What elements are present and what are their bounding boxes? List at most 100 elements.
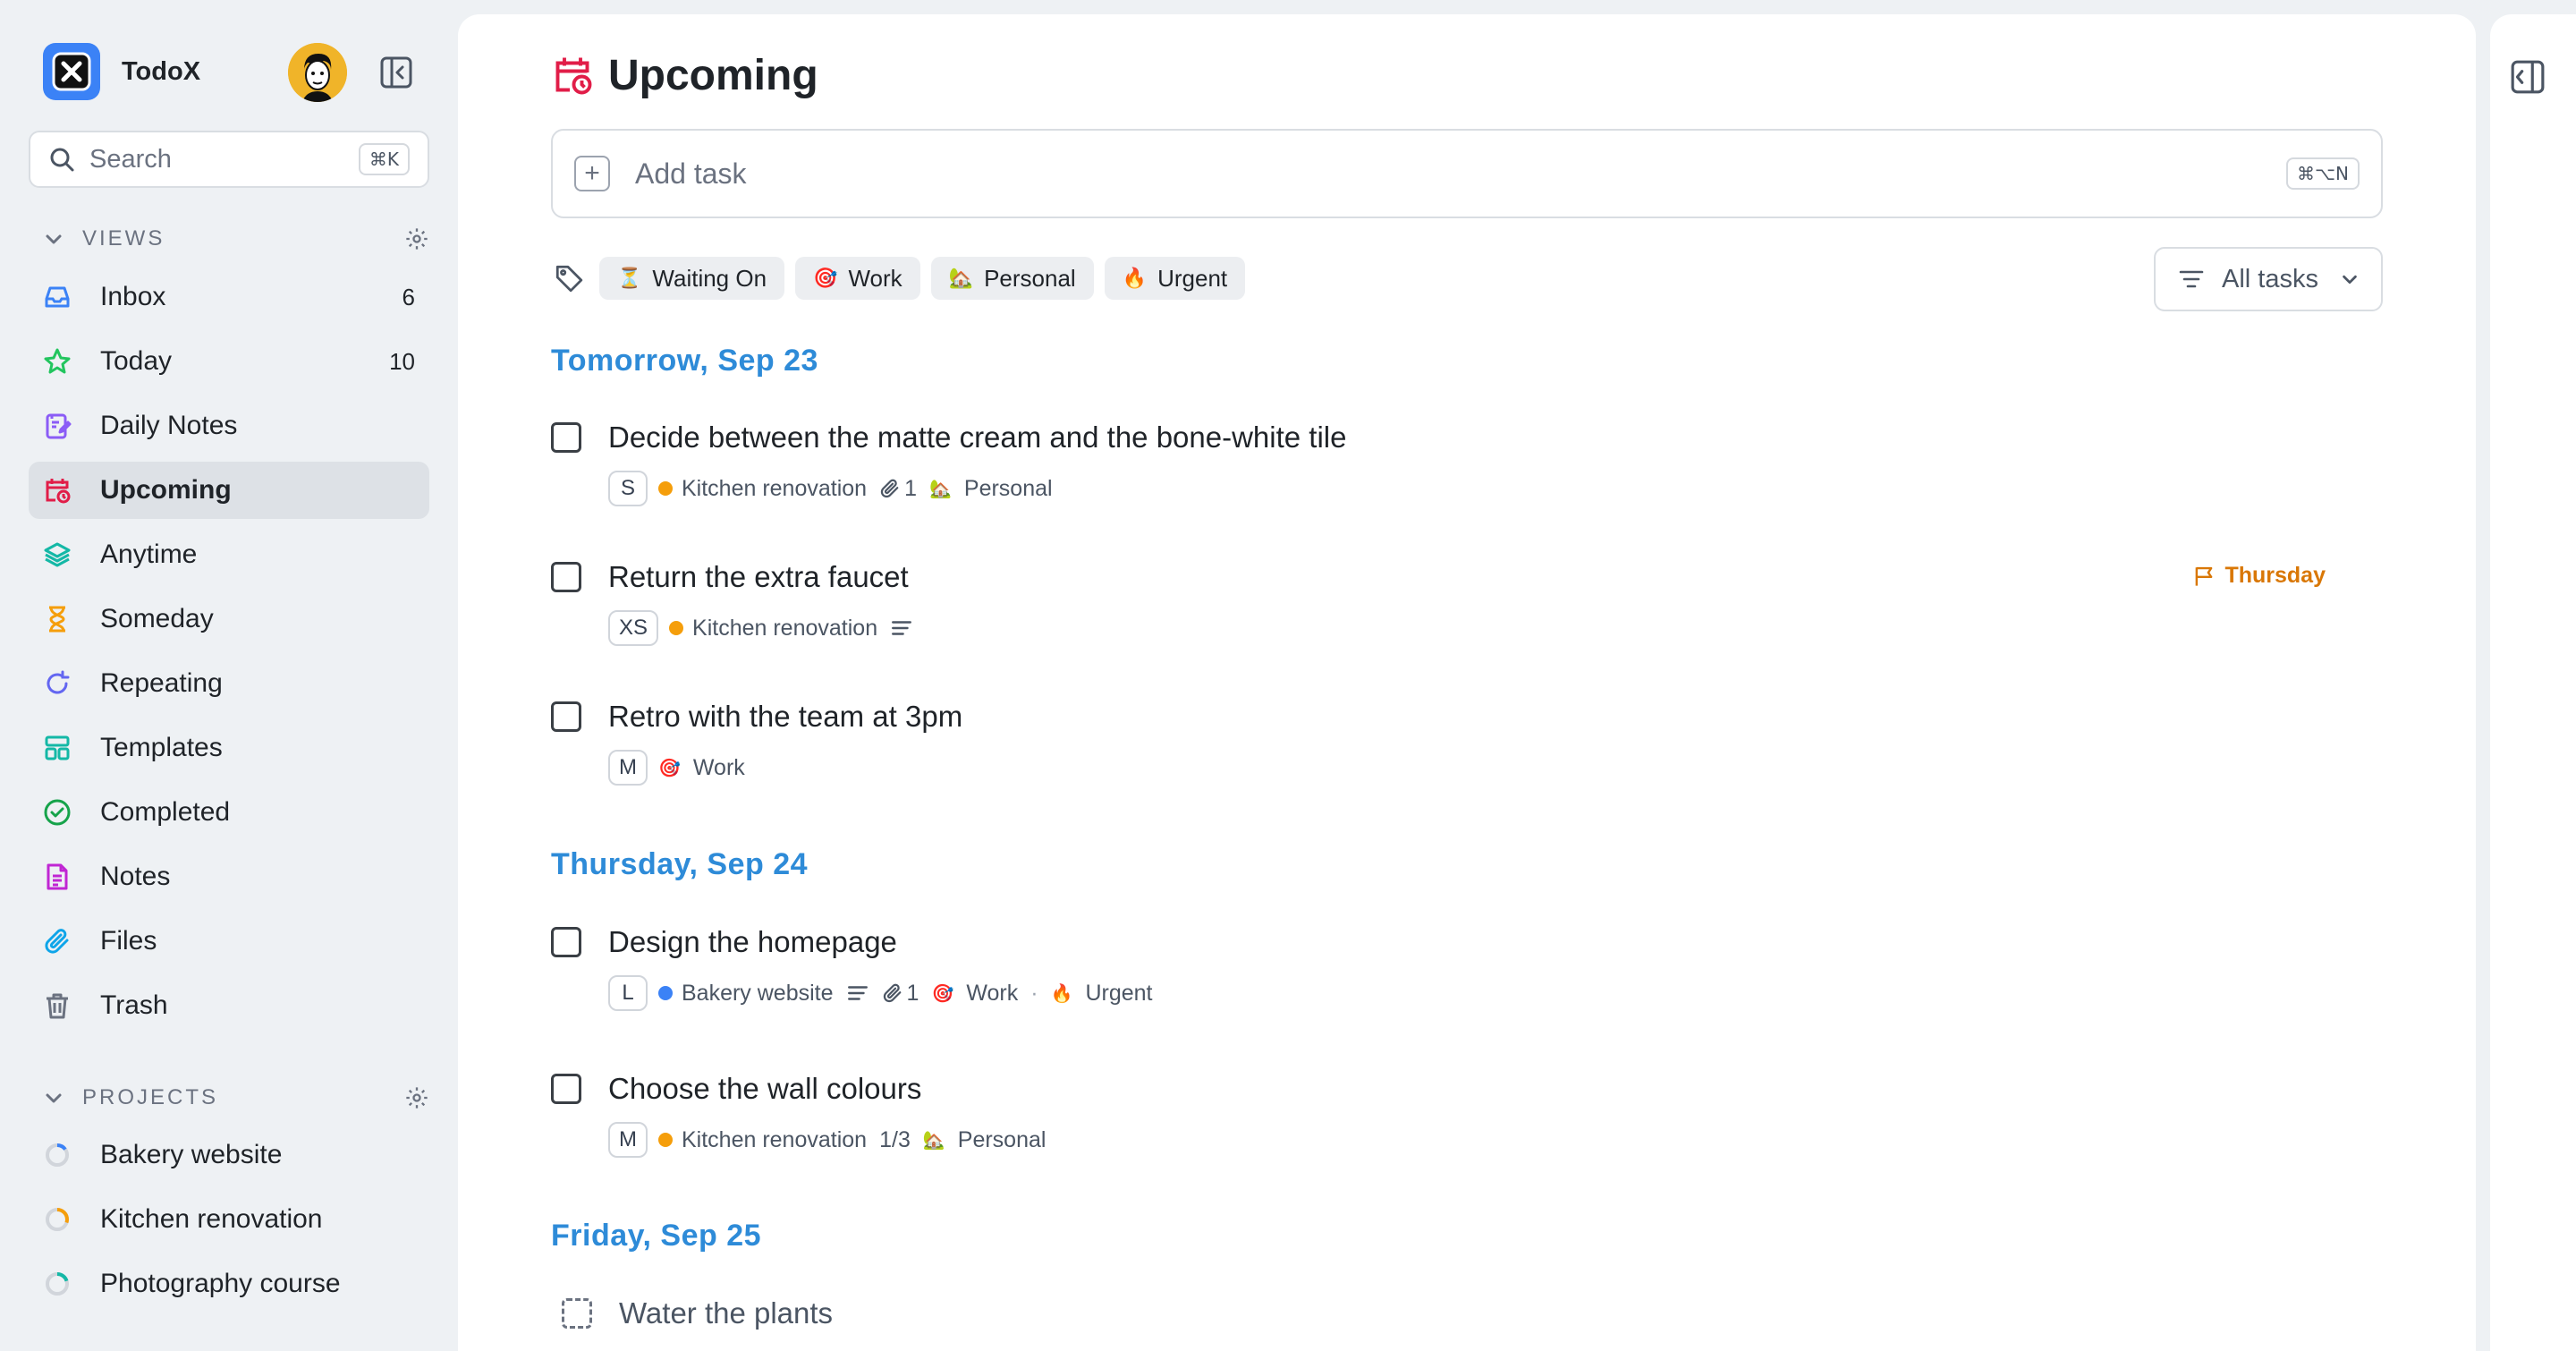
task-attachments: 1 — [879, 476, 917, 502]
task-item[interactable]: Decide between the matte cream and the b… — [551, 418, 2383, 507]
task-project: Kitchen renovation — [658, 476, 867, 502]
task-notes-indicator — [846, 981, 869, 1005]
add-task-input[interactable]: + Add task ⌘⌥N — [551, 129, 2383, 218]
search-input[interactable]: Search ⌘K — [29, 131, 429, 188]
avatar[interactable] — [288, 43, 347, 102]
attachment-count: 1 — [906, 980, 919, 1006]
inbox-count: 6 — [402, 283, 415, 310]
task-size-badge: S — [608, 471, 648, 506]
tag-chip-urgent[interactable]: 🔥 Urgent — [1104, 257, 1246, 300]
collapse-sidebar-icon[interactable] — [379, 55, 413, 89]
task-meta: XS Kitchen renovation — [608, 609, 2383, 647]
tag-chip-waiting-on[interactable]: ⏳ Waiting On — [599, 257, 785, 300]
sidebar-item-today[interactable]: Today 10 — [29, 333, 429, 390]
sidebar-item-daily-notes[interactable]: Daily Notes — [29, 397, 429, 455]
day-heading: Tomorrow, Sep 23 — [551, 344, 818, 378]
sidebar-item-label: Files — [100, 926, 157, 956]
chevron-down-icon — [46, 234, 62, 244]
sidebar-item-inbox[interactable]: Inbox 6 — [29, 268, 429, 326]
task-project: Kitchen renovation — [658, 1127, 867, 1153]
task-item[interactable]: Design the homepage L Bakery website 1 🎯… — [551, 922, 2383, 1012]
task-checkbox-someday[interactable] — [562, 1298, 592, 1329]
brand[interactable]: TodoX — [43, 43, 200, 100]
task-project: Bakery website — [658, 981, 834, 1007]
sidebar-item-notes[interactable]: Notes — [29, 848, 429, 905]
daily-notes-icon — [43, 412, 72, 440]
task-tag: 🎯 Work — [658, 755, 745, 781]
task-item[interactable]: Retro with the team at 3pm M 🎯 Work — [551, 697, 2383, 786]
sidebar-item-repeating[interactable]: Repeating — [29, 655, 429, 712]
sidebar: TodoX Search ⌘K VIEWS Inbox 6 Today 10 D… — [0, 0, 458, 1351]
sidebar-item-label: Anytime — [100, 540, 198, 569]
views-settings-gear-icon[interactable] — [404, 226, 429, 251]
paperclip-icon — [880, 479, 899, 498]
target-emoji-icon: 🎯 — [658, 758, 681, 778]
task-checkbox[interactable] — [551, 927, 581, 957]
tag-chip-label: Personal — [984, 264, 1076, 292]
sidebar-item-label: Upcoming — [100, 475, 232, 505]
target-emoji-icon: 🎯 — [931, 983, 954, 1004]
task-title[interactable]: Return the extra faucet — [608, 560, 909, 594]
calendar-clock-icon — [555, 57, 592, 95]
views-section-header[interactable]: VIEWS — [43, 221, 429, 257]
task-item[interactable]: Return the extra faucet Thursday XS Kitc… — [551, 557, 2383, 647]
tag-chip-work[interactable]: 🎯 Work — [795, 257, 920, 300]
task-filter-dropdown[interactable]: All tasks — [2154, 247, 2383, 311]
projects-settings-gear-icon[interactable] — [404, 1085, 429, 1110]
tag-chip-personal[interactable]: 🏡 Personal — [930, 257, 1094, 300]
plus-icon: + — [574, 156, 610, 191]
trash-icon — [43, 991, 72, 1020]
projects-section-header[interactable]: PROJECTS — [43, 1080, 429, 1116]
task-title[interactable]: Water the plants — [619, 1296, 833, 1330]
sidebar-item-completed[interactable]: Completed — [29, 784, 429, 841]
task-project: Kitchen renovation — [669, 616, 877, 642]
project-color-dot — [658, 481, 673, 496]
fire-emoji-icon: 🔥 — [1050, 983, 1073, 1004]
task-tag: 🏡 Personal — [929, 476, 1053, 502]
task-title[interactable]: Decide between the matte cream and the b… — [608, 421, 1346, 455]
project-color-dot — [669, 621, 684, 635]
expand-right-panel-icon[interactable] — [2510, 59, 2546, 95]
sidebar-project-kitchen-renovation[interactable]: Kitchen renovation — [29, 1191, 429, 1248]
task-title[interactable]: Choose the wall colours — [608, 1072, 921, 1106]
task-item[interactable]: Water the plants — [562, 1294, 2394, 1333]
task-item[interactable]: Choose the wall colours M Kitchen renova… — [551, 1069, 2383, 1159]
task-title[interactable]: Design the homepage — [608, 925, 897, 959]
sidebar-item-anytime[interactable]: Anytime — [29, 526, 429, 583]
task-deadline[interactable]: Thursday — [2192, 563, 2326, 589]
task-title[interactable]: Retro with the team at 3pm — [608, 700, 962, 734]
project-progress-ring-icon — [43, 1205, 72, 1234]
sidebar-item-upcoming[interactable]: Upcoming — [29, 462, 429, 519]
hourglass-icon — [43, 605, 72, 633]
sidebar-item-files[interactable]: Files — [29, 913, 429, 970]
repeat-icon — [43, 669, 72, 698]
task-checkbox[interactable] — [551, 1074, 581, 1104]
search-icon — [50, 148, 74, 172]
sidebar-project-photography-course[interactable]: Photography course — [29, 1255, 429, 1313]
task-tag-label: Personal — [957, 1126, 1046, 1152]
sidebar-item-label: Kitchen renovation — [100, 1204, 323, 1234]
task-checkbox[interactable] — [551, 562, 581, 592]
chevron-down-icon — [46, 1093, 62, 1103]
sidebar-project-bakery-website[interactable]: Bakery website — [29, 1126, 429, 1184]
task-tag-label: Personal — [963, 475, 1053, 501]
task-tag: 🎯 Work — [931, 981, 1018, 1007]
sidebar-item-trash[interactable]: Trash — [29, 977, 429, 1034]
sidebar-item-someday[interactable]: Someday — [29, 591, 429, 648]
task-project-label: Kitchen renovation — [682, 475, 868, 501]
projects-heading: PROJECTS — [82, 1085, 219, 1109]
layers-icon — [43, 540, 72, 569]
sidebar-item-label: Inbox — [100, 282, 166, 311]
task-checkbox[interactable] — [551, 701, 581, 732]
tag-icon — [551, 260, 587, 296]
task-checkbox[interactable] — [551, 422, 581, 453]
tag-chip-label: Urgent — [1157, 264, 1228, 292]
notes-lines-icon — [892, 621, 912, 635]
paperclip-icon — [883, 983, 901, 1003]
page-title: Upcoming — [608, 51, 818, 99]
task-size-badge: M — [608, 1122, 648, 1158]
today-count: 10 — [389, 347, 415, 375]
sidebar-item-templates[interactable]: Templates — [29, 719, 429, 777]
app-name: TodoX — [122, 56, 201, 86]
task-size-badge: L — [608, 975, 648, 1011]
